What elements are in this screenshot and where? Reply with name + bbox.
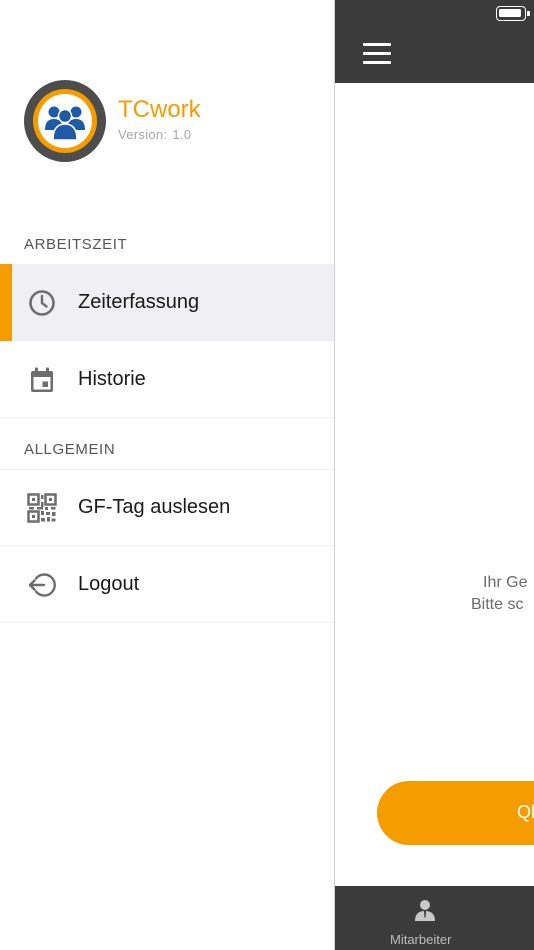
app-version: Version: 1.0 bbox=[118, 127, 191, 142]
app-name: TCwork bbox=[118, 96, 201, 123]
logout-icon bbox=[28, 573, 56, 597]
clock-icon bbox=[29, 290, 55, 316]
navigation-drawer: TCwork Version: 1.0 ARBEITSZEIT Zeiterfas… bbox=[0, 0, 334, 950]
section-header-arbeitszeit: ARBEITSZEIT bbox=[24, 236, 128, 253]
menu-item-logout[interactable]: Logout bbox=[0, 546, 334, 623]
message-line-1: Ihr Ge bbox=[483, 574, 528, 591]
team-icon bbox=[39, 95, 91, 147]
battery-icon bbox=[496, 6, 530, 21]
version-value: 1.0 bbox=[172, 127, 192, 142]
menu-item-historie[interactable]: Historie bbox=[0, 341, 334, 418]
qr-scan-button[interactable]: Ql bbox=[377, 781, 534, 845]
app-logo bbox=[24, 80, 106, 162]
app-profile-header: TCwork Version: 1.0 bbox=[24, 80, 324, 162]
qr-button-label: Ql bbox=[517, 802, 534, 822]
main-panel: Ihr Ge Bitte sc Ql Mitarbeiter bbox=[334, 0, 534, 950]
calendar-icon bbox=[31, 367, 53, 392]
person-icon[interactable] bbox=[413, 898, 437, 922]
menu-item-label: Zeiterfassung bbox=[78, 291, 200, 313]
top-navigation-bar bbox=[335, 0, 534, 83]
tab-mitarbeiter[interactable]: Mitarbeiter bbox=[390, 932, 451, 947]
menu-item-label: GF-Tag auslesen bbox=[78, 496, 231, 518]
bottom-tab-bar: Mitarbeiter bbox=[335, 886, 534, 950]
message-line-2: Bitte sc bbox=[471, 596, 524, 613]
section-header-allgemein: ALLGEMEIN bbox=[24, 441, 116, 458]
menu-item-label: Logout bbox=[78, 573, 140, 595]
version-label: Version: bbox=[118, 127, 168, 142]
active-indicator bbox=[0, 264, 12, 341]
menu-item-gf-tag-auslesen[interactable]: GF-Tag auslesen bbox=[0, 469, 334, 546]
menu-item-label: Historie bbox=[78, 368, 146, 390]
menu-item-zeiterfassung[interactable]: Zeiterfassung bbox=[0, 264, 334, 341]
hamburger-menu-icon[interactable] bbox=[363, 43, 391, 65]
qr-code-icon bbox=[27, 493, 57, 523]
